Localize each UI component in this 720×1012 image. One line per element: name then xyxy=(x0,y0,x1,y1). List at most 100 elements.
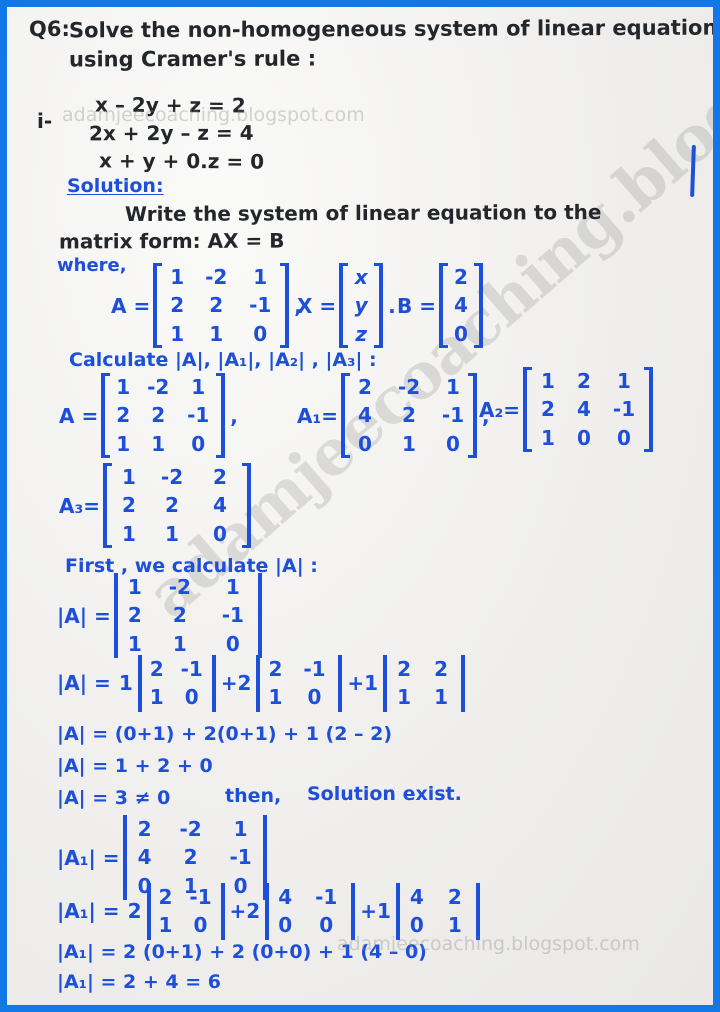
detA-step-3: |A| = 3 ≠ 0 xyxy=(57,787,171,809)
cell: 4 xyxy=(577,397,591,422)
cell: -1 xyxy=(441,403,465,428)
cell: 1 xyxy=(617,369,631,393)
bracket-right xyxy=(468,373,477,459)
cell: 0 xyxy=(184,685,199,710)
cell: 0 xyxy=(446,431,460,456)
bracket-right xyxy=(473,263,483,349)
cell: 2 xyxy=(454,265,468,289)
cell: 1 xyxy=(541,369,555,393)
detA-conclusion: Solution exist. xyxy=(307,783,462,805)
cell: -1 xyxy=(229,845,252,870)
cell: 2 xyxy=(183,845,198,870)
matrix-X-label: X = xyxy=(297,293,337,318)
cell: 0 xyxy=(454,321,468,346)
cell: 2 xyxy=(209,293,224,318)
cell: 2 xyxy=(268,657,283,681)
cell: 2 xyxy=(402,403,416,428)
cell: z xyxy=(355,321,367,346)
cell: 0 xyxy=(278,913,293,938)
part-marker: i- xyxy=(37,109,53,133)
cell: 2 xyxy=(172,603,187,628)
cell: 0 xyxy=(191,431,206,456)
equation-3: x + y + 0.z = 0 xyxy=(98,148,265,174)
matrix-A1-rows: 2 -2 1 4 2 -1 0 1 0 xyxy=(350,373,468,458)
cell: 2 xyxy=(158,885,173,909)
matrix-B-rows: 2 4 0 xyxy=(448,263,474,348)
matrix-A-rows: 1 -2 1 2 2 -1 1 1 0 xyxy=(162,263,280,348)
cell: 2 xyxy=(541,397,555,422)
cell: -1 xyxy=(249,293,272,318)
cell: 1 xyxy=(172,631,187,656)
cell: 4 xyxy=(454,293,468,318)
matrix-A2: A₂= 1 2 1 2 4 -1 1 0 0 xyxy=(479,367,653,453)
detA-conclusion-then: then, xyxy=(225,785,282,807)
cell: 2 xyxy=(122,493,136,518)
cell: -2 xyxy=(147,375,170,399)
cell: 4 xyxy=(213,493,227,518)
detA1-expansion: |A₁| = 2 2 -1 1 0 +2 4 -1 0 0 +1 4 2 0 1 xyxy=(57,883,480,940)
cell: -1 xyxy=(189,885,212,909)
cell: 2 xyxy=(149,657,164,681)
detA-step-2: |A| = 1 + 2 + 0 xyxy=(57,755,213,777)
detA1-step-1: |A₁| = 2 (0+1) + 2 (0+0) + 1 (4 – 0) xyxy=(57,941,427,963)
cell: -1 xyxy=(303,657,326,681)
minor-1: 2 -1 1 0 xyxy=(142,655,212,712)
cell: 0 xyxy=(409,913,424,938)
matrix-A2-label: A₂= xyxy=(479,397,520,422)
cell: 2 xyxy=(127,603,142,628)
cell: 1 xyxy=(127,631,142,656)
question-line-1: Solve the non-homogeneous system of line… xyxy=(68,15,713,43)
cell: 4 xyxy=(409,885,424,909)
cell: -2 xyxy=(179,817,202,841)
detA1-expansion-label: |A₁| = xyxy=(57,899,120,924)
det-bar-right xyxy=(475,883,480,940)
bracket-right xyxy=(644,367,653,453)
matrix-A3-rows: 1 -2 2 2 2 4 1 1 0 xyxy=(112,463,242,548)
bracket-left xyxy=(101,373,111,459)
matrix-A3-label: A₃= xyxy=(59,493,100,518)
operator-1: +2 xyxy=(220,671,252,696)
cell: 2 xyxy=(358,375,372,399)
cell: 2 xyxy=(577,369,591,393)
operator-1: +2 xyxy=(229,899,261,924)
minor-2: 4 -1 0 0 xyxy=(269,883,351,940)
cell: -2 xyxy=(205,265,228,289)
cell: 2 xyxy=(213,465,227,489)
minor-1: 2 -1 1 0 xyxy=(151,883,221,940)
cell: -2 xyxy=(168,575,191,599)
question-line-2: using Cramer's rule : xyxy=(68,46,317,72)
cell: 0 xyxy=(319,913,334,938)
determinant-A: |A| = 1 -2 1 2 2 -1 1 1 0 xyxy=(57,573,262,659)
cell: 2 xyxy=(151,403,166,428)
solution-intro-line-1: Write the system of linear equation to t… xyxy=(124,199,602,227)
bracket-left xyxy=(341,373,350,459)
operator-2: +1 xyxy=(347,671,379,696)
matrix-B-label: B = xyxy=(397,293,436,318)
bracket-left xyxy=(438,263,448,349)
matrix-A1: A₁= 2 -2 1 4 2 -1 0 1 0 , xyxy=(297,373,495,459)
bracket-right xyxy=(216,373,226,459)
cell: 0 xyxy=(253,321,268,346)
bracket-left xyxy=(523,367,532,453)
question-label: Q6: xyxy=(28,16,70,42)
cell: 1 xyxy=(127,575,142,599)
matrix-A2-rows: 1 2 1 2 4 -1 1 0 0 xyxy=(532,367,644,452)
coefficient-1: 1 xyxy=(118,671,133,696)
matrix-A-rows: 1 -2 1 2 2 -1 1 1 0 xyxy=(110,373,216,458)
cell: 1 xyxy=(191,375,206,399)
cell: -1 xyxy=(315,885,338,909)
matrix-B: B = 2 4 0 xyxy=(397,263,483,349)
cell: 1 xyxy=(253,265,268,289)
matrix-X: X = x y z . xyxy=(297,263,401,349)
determinant-A-label: |A| = xyxy=(57,603,111,628)
bracket-left xyxy=(153,263,163,349)
cell: 2 xyxy=(447,885,462,909)
operator-2: +1 xyxy=(360,899,391,924)
bracket-right xyxy=(280,263,290,349)
det-bar-right xyxy=(257,573,262,659)
det-bar-right xyxy=(461,655,466,712)
cell: 1 xyxy=(446,375,460,399)
matrix-A-label: A = xyxy=(59,403,99,428)
detA-step-1: |A| = (0+1) + 2(0+1) + 1 (2 – 2) xyxy=(57,723,393,745)
cell: 4 xyxy=(137,845,152,870)
